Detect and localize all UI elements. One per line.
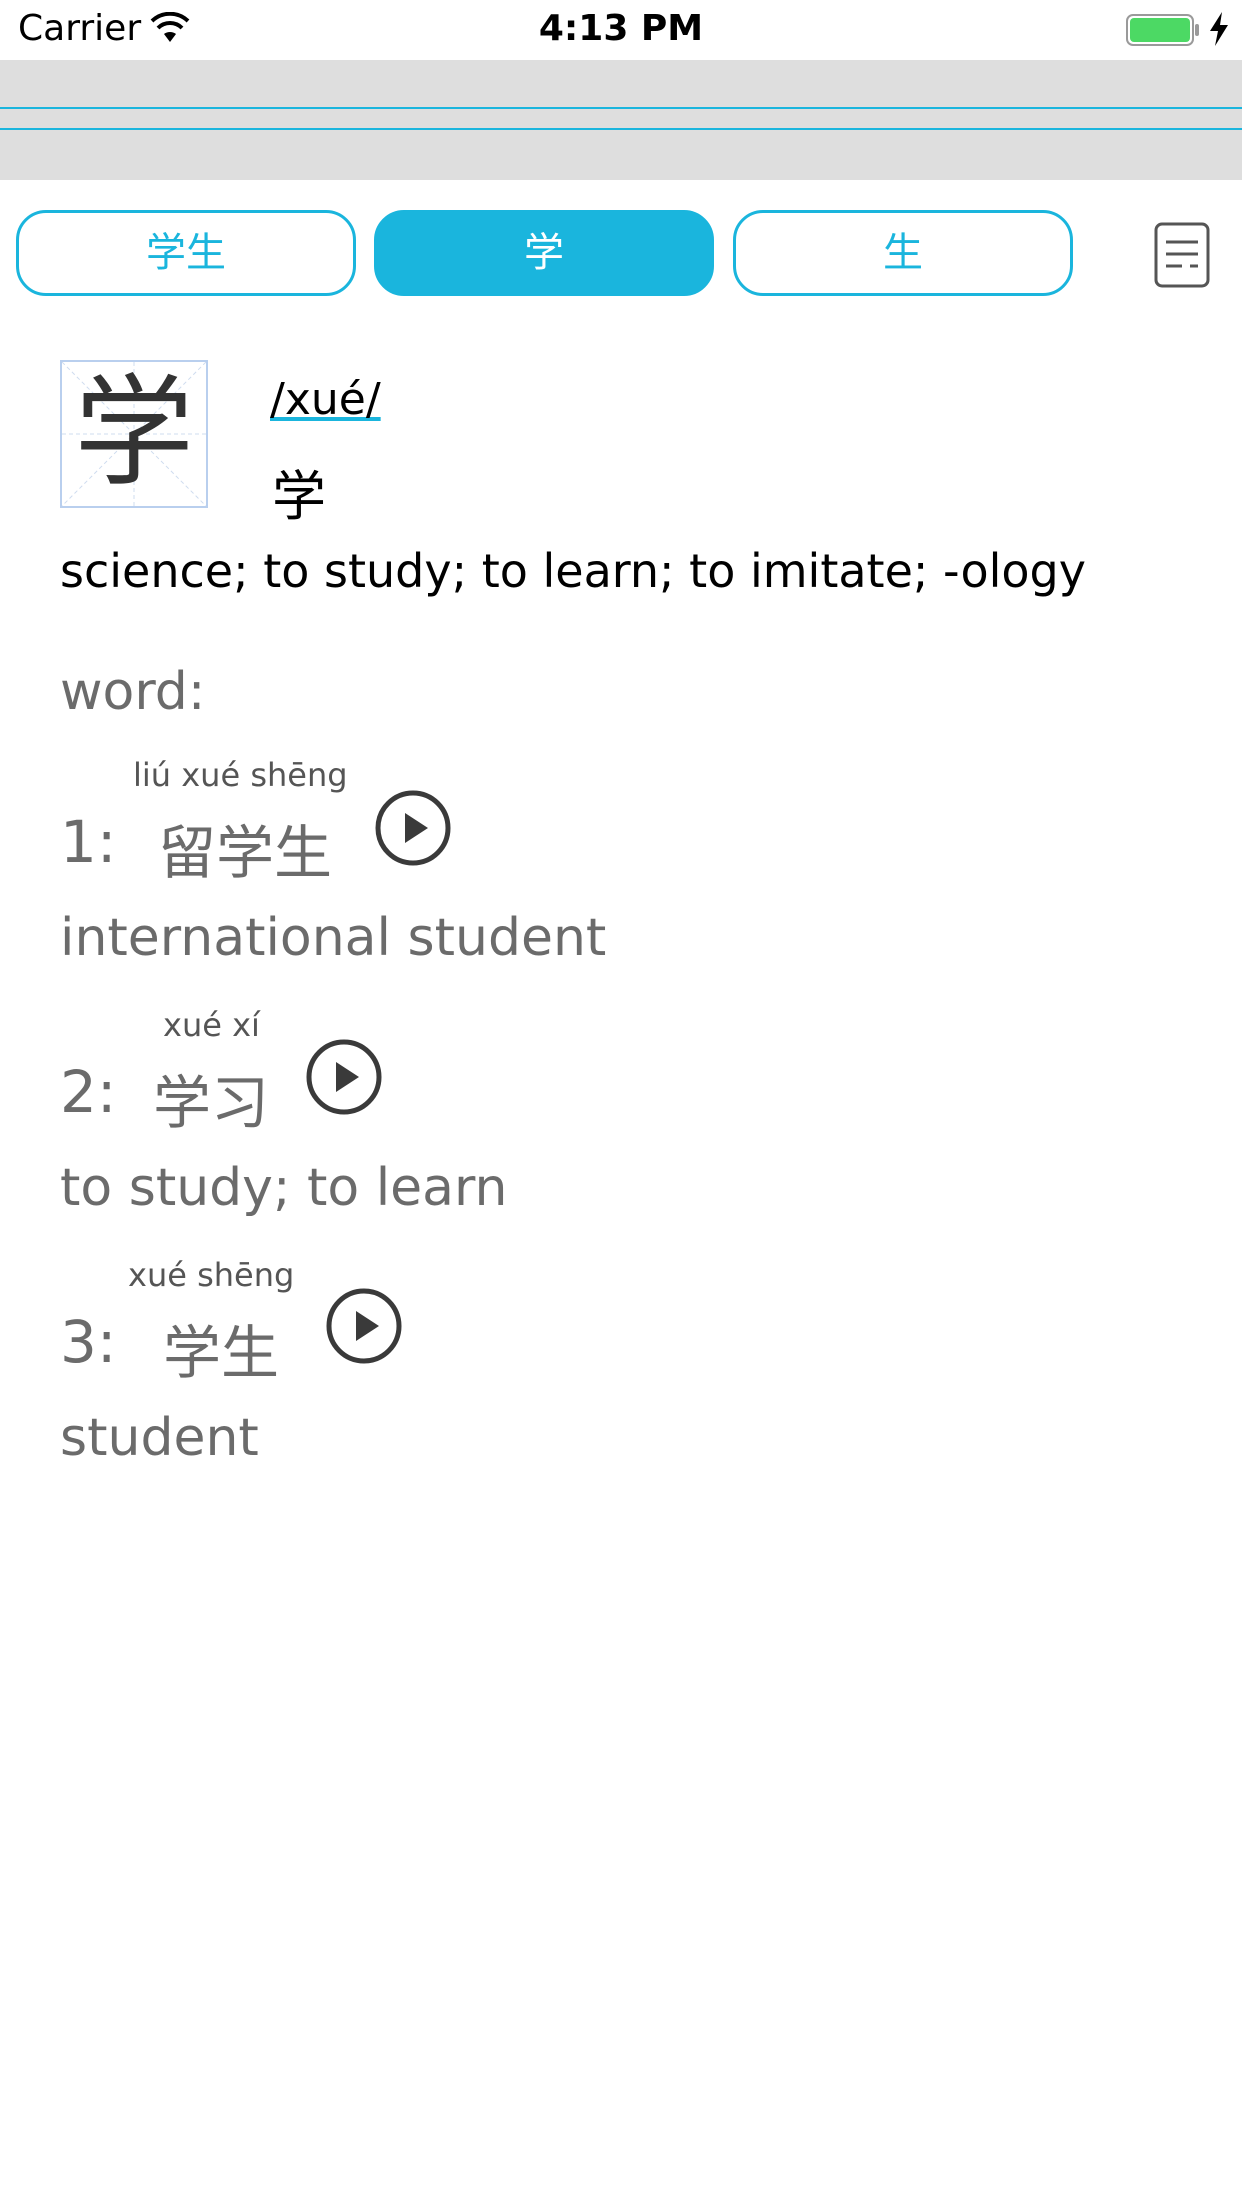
character-definition: science; to study; to learn; to imitate;… bbox=[60, 544, 1086, 598]
tab-char-sheng[interactable]: 生 bbox=[733, 210, 1073, 296]
word-pinyin: xué xí bbox=[163, 1006, 260, 1044]
word-number: 1: bbox=[60, 808, 117, 876]
word-pinyin: xué shēng bbox=[128, 1256, 295, 1294]
word-hanzi: 学生 bbox=[163, 1319, 280, 1387]
word-hanzi: 留学生 bbox=[158, 819, 333, 887]
character-pinyin[interactable]: /xué/ bbox=[270, 374, 381, 425]
word-number: 2: bbox=[60, 1058, 117, 1126]
tab-word[interactable]: 学生 bbox=[16, 210, 356, 296]
status-bar: Carrier 4:13 PM bbox=[0, 0, 1242, 60]
word-meaning: student bbox=[60, 1408, 259, 1468]
battery-icon bbox=[1126, 14, 1199, 46]
status-time: 4:13 PM bbox=[538, 8, 704, 49]
word-meaning: to study; to learn bbox=[60, 1158, 508, 1218]
play-icon[interactable] bbox=[304, 1037, 384, 1117]
word-pinyin: liú xué shēng bbox=[133, 756, 348, 794]
writing-practice-band[interactable] bbox=[0, 60, 1242, 180]
word-hanzi: 学习 bbox=[153, 1069, 270, 1137]
words-heading: word: bbox=[60, 662, 206, 722]
tab-char-xue[interactable]: 学 bbox=[374, 210, 714, 296]
play-icon[interactable] bbox=[373, 788, 453, 868]
guide-line-top bbox=[0, 107, 1242, 109]
play-icon[interactable] bbox=[324, 1286, 404, 1366]
character-glyph: 学 bbox=[74, 364, 194, 503]
charging-bolt-icon bbox=[1210, 12, 1228, 46]
notes-icon[interactable] bbox=[1152, 220, 1212, 290]
word-meaning: international student bbox=[60, 908, 607, 968]
character-stroke-box[interactable]: 学 bbox=[60, 360, 208, 508]
character-hanzi: 学 bbox=[272, 465, 326, 528]
guide-line-bottom bbox=[0, 128, 1242, 130]
word-number: 3: bbox=[60, 1308, 117, 1376]
